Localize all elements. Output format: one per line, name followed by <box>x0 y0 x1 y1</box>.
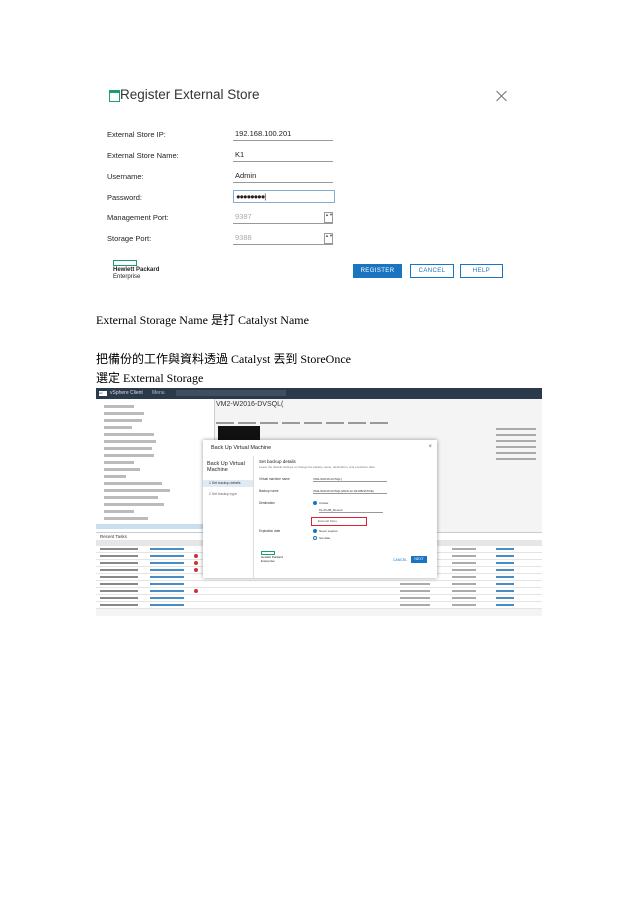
expiration-label: Expiration date <box>259 529 281 533</box>
inventory-tree <box>96 399 215 532</box>
external-store-ip-field[interactable]: 192.168.100.201 <box>233 128 333 141</box>
management-port-field[interactable]: 9387 ▲▼ <box>233 211 333 224</box>
table-row[interactable] <box>96 595 542 602</box>
hpe-logo-line2: Enterprise <box>113 274 141 280</box>
store-icon <box>109 90 120 102</box>
modal-hpe-logo-text: Hewlett Packard Enterprise <box>261 555 283 563</box>
dialog-title: Register External Store <box>120 87 260 102</box>
password-label: Password: <box>107 193 143 202</box>
caption-line-2: 把備份的工作與資料透過 Catalyst 丟到 StoreOnce <box>96 352 351 366</box>
never-expires-radio[interactable] <box>313 529 317 533</box>
content-heading: Set backup details <box>259 459 296 464</box>
vm-title: VM2-W2016-DVSQL( <box>216 401 284 408</box>
management-port-label: Management Port: <box>107 213 169 222</box>
external-store-name-field[interactable]: K1 <box>233 149 333 162</box>
table-row[interactable] <box>96 602 542 609</box>
management-port-value: 9387 <box>235 212 252 221</box>
cluster-select[interactable]: K1-PLAB_Recent <box>319 508 383 513</box>
cluster-radio[interactable] <box>313 501 317 505</box>
cluster-option: Cluster <box>319 501 329 505</box>
vm-logo: vm <box>99 391 107 396</box>
modal-cancel-button[interactable]: CANCEL <box>393 558 407 562</box>
set-date-radio[interactable] <box>313 536 317 540</box>
table-row[interactable] <box>96 581 542 588</box>
hpe-logo-icon <box>113 260 137 266</box>
backup-name-label: Backup name <box>259 489 279 493</box>
storage-port-field[interactable]: 9388 ▲▼ <box>233 232 333 245</box>
modal-next-button[interactable]: NEXT <box>411 556 427 563</box>
storage-port-value: 9388 <box>235 233 252 242</box>
caption-line-1: External Storage Name 是打 Catalyst Name <box>96 313 309 327</box>
register-button[interactable]: REGISTER <box>353 264 402 278</box>
username-label: Username: <box>107 172 144 181</box>
management-port-stepper[interactable]: ▲▼ <box>324 212 333 223</box>
recent-tasks-tab[interactable]: Recent Tasks <box>100 534 127 539</box>
password-field[interactable]: ●●●●●●●●| <box>233 190 335 203</box>
wizard-step-2[interactable]: 2 Set backup type <box>209 492 237 496</box>
modal-close-icon[interactable]: × <box>428 444 432 450</box>
modal-title: Back Up Virtual Machine <box>211 445 272 451</box>
help-button[interactable]: HELP <box>460 264 503 278</box>
storage-port-label: Storage Port: <box>107 234 152 243</box>
never-expires-option: Never expires <box>319 529 338 533</box>
vm-name-value: VM2-W2016-DVSQL( <box>313 477 387 482</box>
menu-button[interactable]: Menu <box>152 390 165 396</box>
wizard-step-1[interactable]: 1 Set backup details <box>203 480 253 487</box>
hpe-logo-line1: Hewlett Packard <box>113 267 160 273</box>
vm-tabs[interactable] <box>216 414 536 424</box>
caption-line-3: 選定 External Storage <box>96 371 204 385</box>
external-store-name-label: External Store Name: <box>107 151 179 160</box>
close-icon[interactable] <box>496 90 508 102</box>
cancel-button[interactable]: CANCEL <box>410 264 454 278</box>
wizard-side-title: Back Up Virtual Machine <box>207 461 245 473</box>
external-store-ip-label: External Store IP: <box>107 130 166 139</box>
content-subheading: Leave the default settings or change the… <box>259 465 376 469</box>
set-date-option: Set date <box>319 536 331 540</box>
app-title: vSphere Client <box>110 390 143 396</box>
search-input[interactable] <box>176 390 286 396</box>
destination-label: Destination <box>259 501 275 505</box>
backup-name-input[interactable]: VM2-W2016-DVSQL(2020-12-03-DBNATIVE) <box>313 489 387 494</box>
vsphere-screenshot: vm vSphere Client Menu VM2-W2016-DVSQL( … <box>96 388 542 616</box>
modal-hpe-line2: Enterprise <box>261 558 275 563</box>
vm-usage-summary <box>496 424 536 484</box>
table-row[interactable] <box>96 588 542 595</box>
selected-tree-item[interactable] <box>96 524 214 529</box>
vm-name-label: Virtual machine name <box>259 477 290 481</box>
username-field[interactable]: Admin <box>233 170 333 183</box>
storage-port-stepper[interactable]: ▲▼ <box>324 233 333 244</box>
external-store-highlight[interactable]: External Store <box>311 517 367 526</box>
vsphere-topbar: vm vSphere Client Menu <box>96 388 542 399</box>
external-store-option: External Store <box>318 519 338 523</box>
backup-vm-modal: Back Up Virtual Machine × Back Up Virtua… <box>203 440 437 578</box>
wizard-content: Set backup details Leave the default set… <box>259 459 429 540</box>
wizard-steps: Back Up Virtual Machine 1 Set backup det… <box>203 456 254 578</box>
